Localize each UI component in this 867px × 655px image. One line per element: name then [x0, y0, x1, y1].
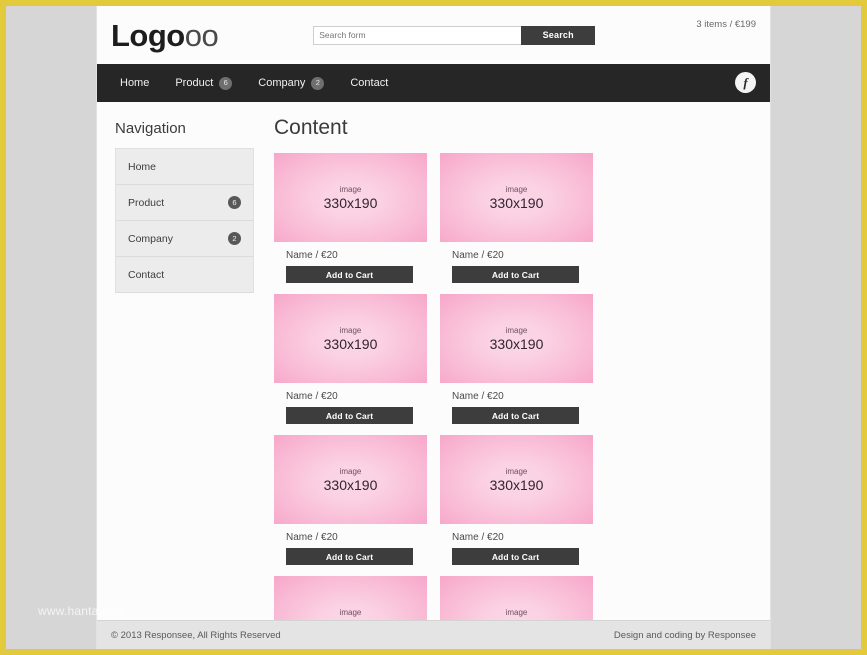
- product-card: image330x190 Name / €20 Add to Cart: [274, 153, 427, 283]
- product-name-price: Name / €20: [286, 391, 427, 402]
- thumbnail-label: image: [506, 326, 528, 336]
- nav-item-label: Home: [120, 77, 149, 89]
- sidebar-badge-company: 2: [228, 232, 241, 245]
- search-input[interactable]: [313, 26, 521, 45]
- sidebar-item-company[interactable]: Company 2: [116, 221, 253, 257]
- sidebar-item-label: Contact: [128, 269, 164, 281]
- content-title: Content: [274, 116, 754, 140]
- sidebar-menu: Home Product 6 Company 2 Contact: [115, 148, 254, 293]
- nav-item-home[interactable]: Home: [107, 77, 162, 89]
- sidebar-badge-product: 6: [228, 196, 241, 209]
- facebook-icon[interactable]: f: [735, 72, 756, 93]
- thumbnail-label: image: [340, 608, 362, 618]
- sidebar-item-home[interactable]: Home: [116, 149, 253, 185]
- add-to-cart-button[interactable]: Add to Cart: [452, 548, 579, 565]
- search-form: Search: [313, 26, 595, 45]
- footer-credit: Design and coding by Responsee: [614, 630, 756, 641]
- product-thumbnail[interactable]: image330x190: [440, 576, 593, 620]
- product-card: image330x190Name / €20Add to Cart: [274, 576, 427, 620]
- thumbnail-label: image: [506, 608, 528, 618]
- product-card: image330x190Name / €20Add to Cart: [440, 576, 593, 620]
- nav-item-product[interactable]: Product 6: [162, 77, 245, 90]
- thumbnail-dimensions: 330x190: [324, 477, 378, 493]
- viewport: www.hanta.com Logooo Search 3 items / €1…: [6, 6, 861, 649]
- nav-badge-company: 2: [311, 77, 324, 90]
- product-card: image330x190 Name / €20 Add to Cart: [440, 153, 593, 283]
- product-name-price: Name / €20: [452, 532, 593, 543]
- nav-item-company[interactable]: Company 2: [245, 77, 337, 90]
- product-thumbnail[interactable]: image330x190: [274, 576, 427, 620]
- page-container: Logooo Search 3 items / €199 Home Produc…: [97, 6, 770, 649]
- product-name-price: Name / €20: [452, 250, 593, 261]
- thumbnail-label: image: [340, 185, 362, 195]
- product-card: image330x190 Name / €20 Add to Cart: [274, 435, 427, 565]
- logo-main-text: Logo: [111, 18, 185, 53]
- product-thumbnail[interactable]: image330x190: [274, 153, 427, 242]
- content-area: Content image330x190Name / €20Add to Car…: [262, 116, 770, 620]
- product-card: image330x190 Name / €20 Add to Cart: [440, 435, 593, 565]
- thumbnail-dimensions: 330x190: [324, 195, 378, 211]
- main-navigation: Home Product 6 Company 2 Contact f: [97, 64, 770, 102]
- search-button[interactable]: Search: [521, 26, 595, 45]
- product-thumbnail[interactable]: image330x190: [440, 294, 593, 383]
- body-wrapper: Navigation Home Product 6 Company 2 Cont…: [97, 102, 770, 620]
- add-to-cart-button[interactable]: Add to Cart: [286, 407, 413, 424]
- cart-summary[interactable]: 3 items / €199: [696, 19, 756, 30]
- product-card: image330x190 Name / €20 Add to Cart: [440, 294, 593, 424]
- sidebar-title: Navigation: [115, 120, 254, 137]
- nav-badge-product: 6: [219, 77, 232, 90]
- nav-item-label: Contact: [350, 77, 388, 89]
- footer-copyright: © 2013 Responsee, All Rights Reserved: [111, 630, 281, 641]
- thumbnail-dimensions: 330x190: [490, 336, 544, 352]
- thumbnail-label: image: [340, 326, 362, 336]
- add-to-cart-button[interactable]: Add to Cart: [286, 548, 413, 565]
- thumbnail-dimensions: 330x190: [324, 336, 378, 352]
- product-thumbnail[interactable]: image330x190: [440, 435, 593, 524]
- thumbnail-dimensions: 330x190: [490, 195, 544, 211]
- product-thumbnail[interactable]: image330x190: [274, 294, 427, 383]
- add-to-cart-button[interactable]: Add to Cart: [452, 266, 579, 283]
- thumbnail-label: image: [506, 185, 528, 195]
- product-name-price: Name / €20: [286, 250, 427, 261]
- nav-item-contact[interactable]: Contact: [337, 77, 401, 89]
- sidebar: Navigation Home Product 6 Company 2 Cont…: [97, 116, 262, 620]
- sidebar-item-label: Product: [128, 197, 164, 209]
- product-thumbnail[interactable]: image330x190: [440, 153, 593, 242]
- nav-item-label: Product: [175, 77, 213, 89]
- sidebar-item-contact[interactable]: Contact: [116, 257, 253, 293]
- logo-alt-text: oo: [185, 18, 218, 53]
- product-name-price: Name / €20: [452, 391, 593, 402]
- sidebar-item-label: Company: [128, 233, 173, 245]
- product-thumbnail[interactable]: image330x190: [274, 435, 427, 524]
- site-logo[interactable]: Logooo: [111, 20, 218, 51]
- thumbnail-dimensions: 330x190: [490, 477, 544, 493]
- sidebar-item-label: Home: [128, 161, 156, 173]
- sidebar-item-product[interactable]: Product 6: [116, 185, 253, 221]
- product-grid: image330x190Name / €20Add to Cartimage33…: [274, 153, 754, 620]
- product-name-price: Name / €20: [286, 532, 427, 543]
- product-card: image330x190 Name / €20 Add to Cart: [274, 294, 427, 424]
- thumbnail-label: image: [340, 467, 362, 477]
- add-to-cart-button[interactable]: Add to Cart: [452, 407, 579, 424]
- site-footer: © 2013 Responsee, All Rights Reserved De…: [97, 620, 770, 649]
- site-header: Logooo Search 3 items / €199: [97, 6, 770, 64]
- add-to-cart-button[interactable]: Add to Cart: [286, 266, 413, 283]
- thumbnail-label: image: [506, 467, 528, 477]
- nav-item-label: Company: [258, 77, 305, 89]
